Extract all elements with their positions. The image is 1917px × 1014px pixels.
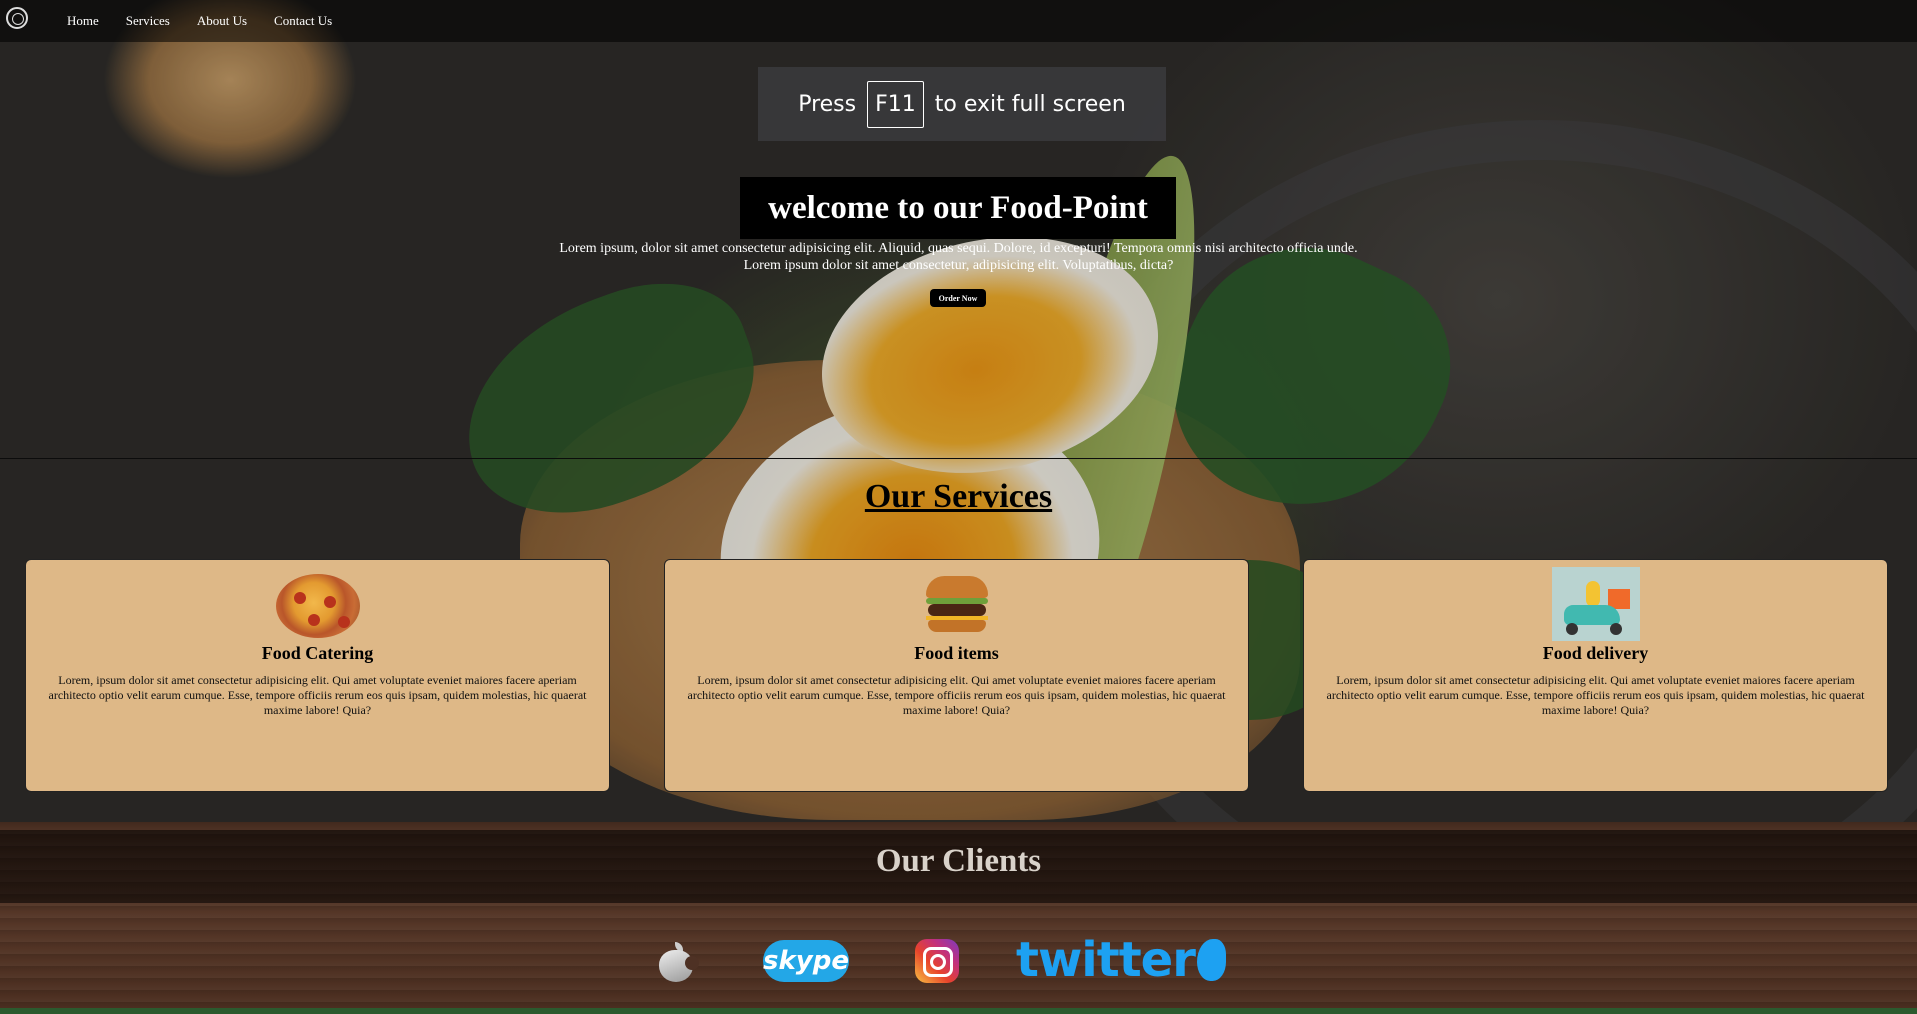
nav-menu: Home Services About Us Contact Us <box>67 13 359 29</box>
services-heading: Our Services <box>864 478 1053 515</box>
service-card-title: Food delivery <box>1542 643 1649 663</box>
clients-heading: Our Clients <box>875 843 1042 879</box>
apple-logo-icon[interactable] <box>659 942 699 982</box>
twitter-logo-icon[interactable]: twitter <box>1016 930 1226 990</box>
order-now-button[interactable]: Order Now <box>930 289 986 307</box>
circle-logo-icon[interactable] <box>6 7 28 29</box>
section-divider <box>0 458 1917 459</box>
service-card-title: Food items <box>914 643 999 663</box>
service-card-food-delivery[interactable]: Food delivery Lorem, ipsum dolor sit ame… <box>1303 559 1888 792</box>
hero-text-line-2: Lorem ipsum dolor sit amet consectetur, … <box>743 258 1174 273</box>
instagram-logo-icon[interactable] <box>915 939 959 983</box>
skype-logo-icon[interactable]: skype <box>763 940 849 982</box>
service-card-text: Lorem, ipsum dolor sit amet consectetur … <box>1326 673 1865 717</box>
f11-key-label: F11 <box>867 80 924 128</box>
nav-item-home[interactable]: Home <box>67 13 99 29</box>
notice-text-before: Press <box>798 91 857 117</box>
hero-text-line-1: Lorem ipsum, dolor sit amet consectetur … <box>559 241 1358 256</box>
top-navbar: Home Services About Us Contact Us <box>0 0 1917 42</box>
service-card-food-catering[interactable]: Food Catering Lorem, ipsum dolor sit ame… <box>25 559 610 792</box>
nav-item-contact-us[interactable]: Contact Us <box>274 13 332 29</box>
burger-icon <box>925 576 988 634</box>
service-card-title: Food Catering <box>261 643 374 663</box>
bottom-strip <box>0 1008 1917 1014</box>
nav-item-services[interactable]: Services <box>126 13 170 29</box>
pizza-icon <box>275 574 360 638</box>
twitter-bird-icon <box>1196 939 1226 981</box>
twitter-wordmark: twitter <box>1016 932 1196 988</box>
notice-text-after: to exit full screen <box>934 91 1126 117</box>
service-card-food-items[interactable]: Food items Lorem, ipsum dolor sit amet c… <box>664 559 1249 792</box>
service-card-text: Lorem, ipsum dolor sit amet consectetur … <box>48 673 587 717</box>
service-card-text: Lorem, ipsum dolor sit amet consectetur … <box>687 673 1226 717</box>
hero-title: welcome to our Food-Point <box>740 177 1176 239</box>
nav-item-about-us[interactable]: About Us <box>197 13 247 29</box>
fullscreen-exit-notice: Press F11 to exit full screen <box>758 67 1166 141</box>
delivery-scooter-icon <box>1551 567 1640 641</box>
